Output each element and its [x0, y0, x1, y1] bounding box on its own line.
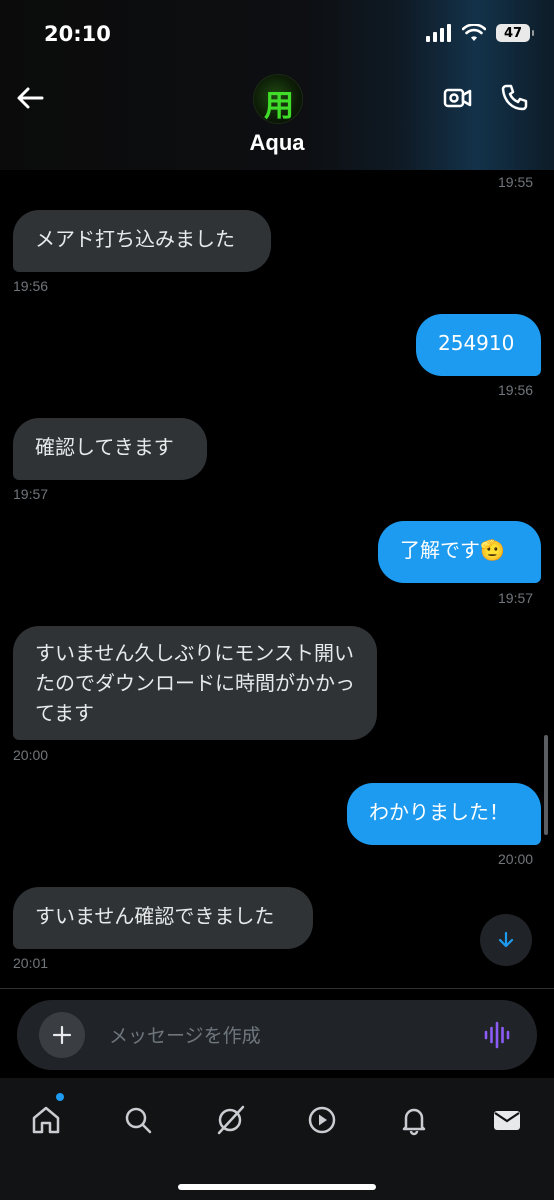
back-button[interactable]: [14, 82, 46, 114]
tab-search[interactable]: [118, 1100, 158, 1140]
arrow-left-icon: [17, 87, 44, 109]
message-timestamp: 19:57: [498, 590, 534, 606]
message-timestamp: 19:56: [13, 278, 49, 294]
voice-call-button[interactable]: [499, 82, 531, 118]
incoming-message[interactable]: すいません確認できました: [13, 887, 313, 949]
cellular-signal-icon: [426, 24, 451, 42]
message-timestamp: 19:57: [13, 486, 49, 502]
home-indicator[interactable]: [178, 1184, 376, 1190]
audio-wave-icon: [484, 1021, 510, 1049]
message-timestamp: 19:55: [498, 174, 534, 190]
bell-icon: [402, 1108, 426, 1136]
tab-notifications[interactable]: [394, 1100, 434, 1140]
grok-icon: [217, 1105, 245, 1135]
search-icon: [125, 1107, 152, 1134]
message-timestamp: 20:00: [13, 747, 49, 763]
scroll-to-bottom-button[interactable]: [480, 914, 532, 966]
scrollbar[interactable]: [544, 735, 548, 835]
divider: [0, 988, 554, 989]
arrow-down-icon: [498, 931, 514, 948]
outgoing-message[interactable]: わかりました！: [347, 783, 541, 845]
outgoing-message[interactable]: 254910: [416, 314, 541, 376]
contact-name[interactable]: Aqua: [0, 130, 554, 156]
wifi-icon: [462, 24, 486, 41]
message-timestamp: 20:01: [13, 955, 49, 971]
home-icon: [32, 1106, 60, 1134]
add-attachment-button[interactable]: [39, 1012, 85, 1058]
video-camera-icon: [443, 88, 472, 108]
message-timestamp: 19:56: [498, 382, 534, 398]
mail-icon: [494, 1111, 520, 1130]
contact-avatar[interactable]: 用: [253, 74, 303, 124]
tab-video[interactable]: [302, 1100, 342, 1140]
video-call-button[interactable]: [442, 82, 474, 118]
phone-icon: [501, 84, 528, 111]
tab-messages[interactable]: [487, 1100, 527, 1140]
message-composer: [17, 1000, 537, 1070]
notification-dot: [56, 1093, 64, 1101]
clock: 20:10: [44, 22, 111, 46]
message-timestamp: 20:00: [498, 851, 534, 867]
tab-home[interactable]: [26, 1100, 66, 1140]
outgoing-message[interactable]: 了解です🫡: [378, 521, 541, 583]
status-bar: 20:10 47: [0, 0, 554, 70]
incoming-message[interactable]: すいません久しぶりにモンスト開いたのでダウンロードに時間がかかってます: [13, 626, 377, 740]
incoming-message[interactable]: メアド打ち込みました: [13, 210, 271, 272]
battery-indicator: 47: [496, 24, 534, 42]
bottom-tab-bar: [0, 1078, 554, 1200]
message-input[interactable]: [107, 1018, 451, 1054]
incoming-message[interactable]: 確認してきます: [13, 418, 207, 480]
plus-icon: [52, 1025, 72, 1045]
play-icon: [308, 1106, 336, 1134]
tab-grok[interactable]: [210, 1100, 250, 1140]
voice-message-button[interactable]: [483, 1020, 513, 1054]
